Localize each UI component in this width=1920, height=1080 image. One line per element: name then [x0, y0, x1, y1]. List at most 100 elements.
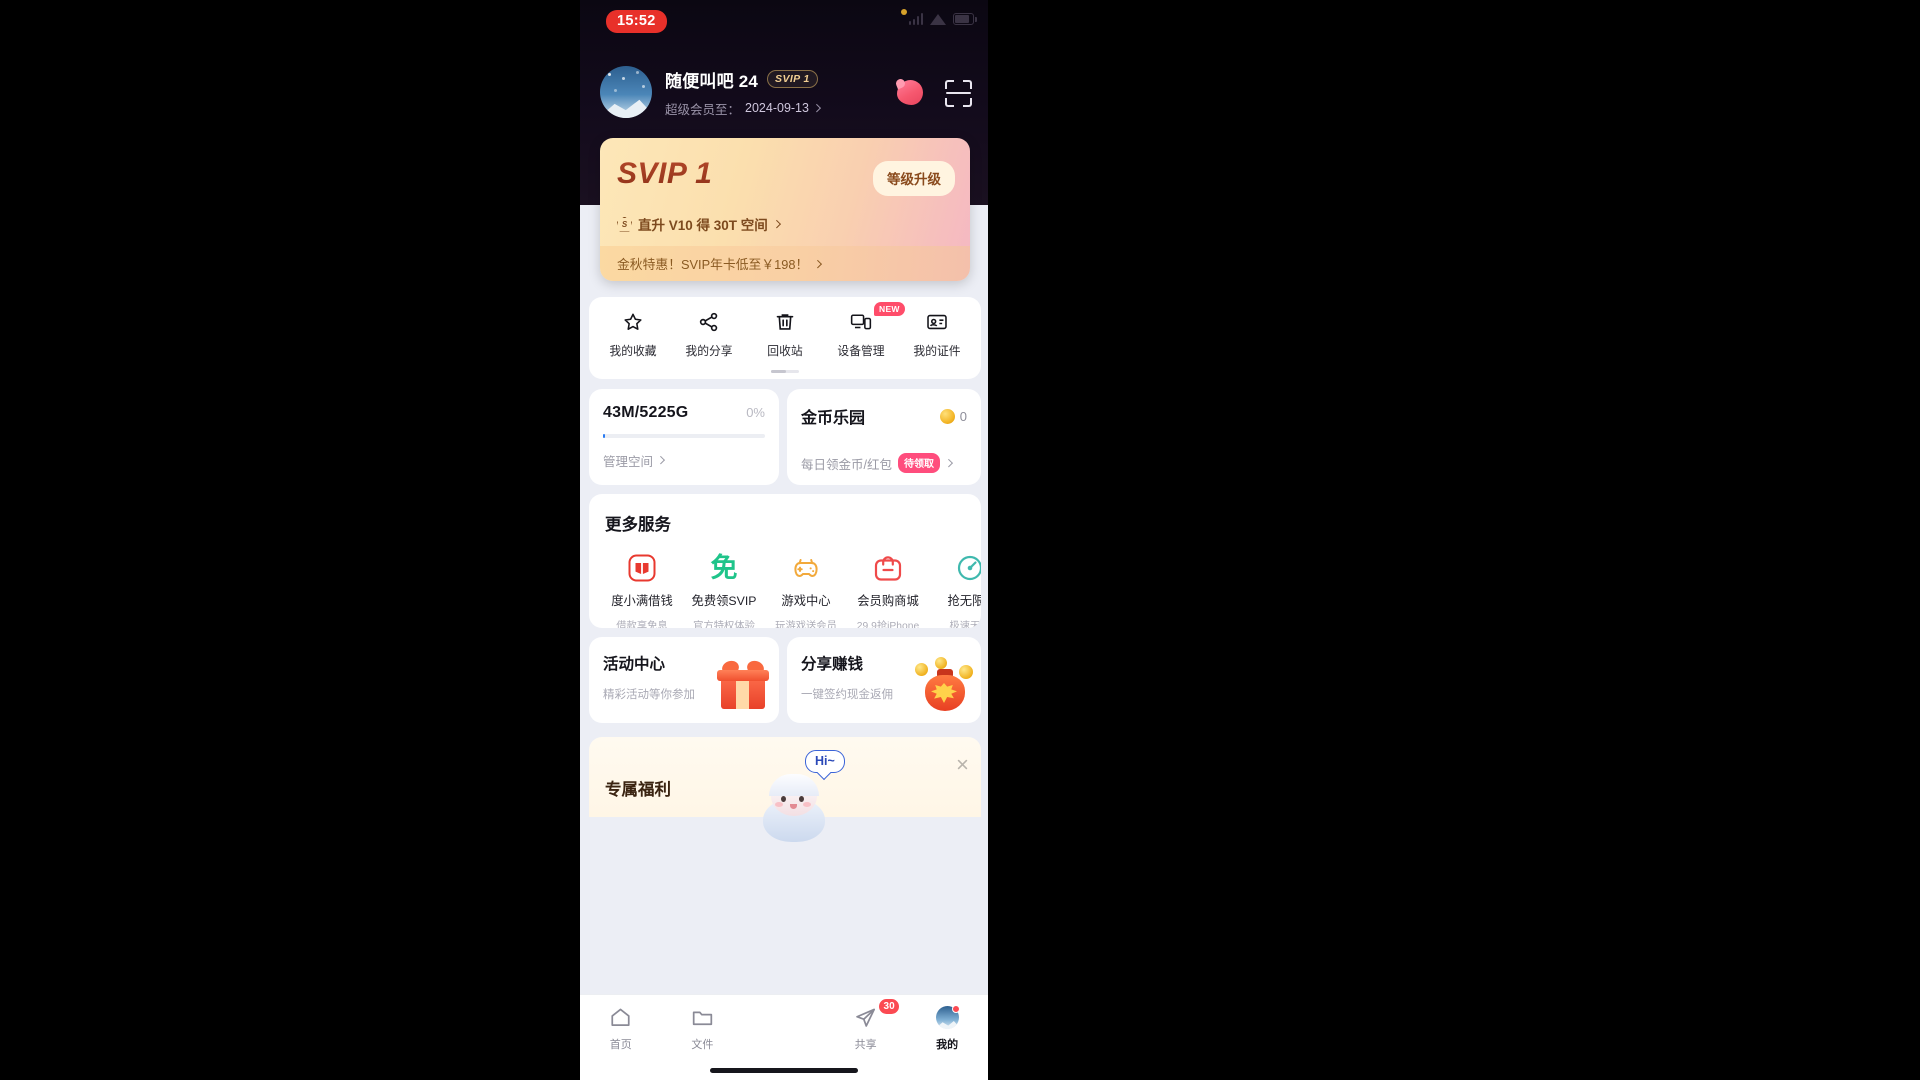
coin-subtitle: 每日领金币/红包: [801, 457, 892, 472]
profile-name-row: 随便叫吧 24 SVIP 1: [665, 67, 819, 92]
profile-row[interactable]: 随便叫吧 24 SVIP 1 超级会员至： 2024-09-13: [600, 66, 821, 118]
service-game-center[interactable]: 游戏中心 玩游戏送会员: [765, 553, 847, 628]
manage-space-link[interactable]: 管理空间: [603, 451, 765, 470]
svip-promo-text: 直升 V10 得 30T 空间: [638, 218, 768, 233]
svip-bottom-promo[interactable]: 金秋特惠！SVIP年卡低至￥198！: [600, 246, 970, 281]
status-badge: 待领取: [897, 453, 940, 473]
quick-action-label: 我的证件: [913, 344, 961, 358]
chevron-right-icon: [812, 104, 821, 112]
gold-coin-icon: [939, 408, 955, 424]
mascot-blob-icon[interactable]: [894, 78, 924, 108]
quick-actions-row: 我的收藏 我的分享 回收站 NEW 设备管理 我的证件: [589, 297, 981, 359]
tab-files[interactable]: 文件: [662, 1006, 744, 1052]
storage-top: 43M/5225G 0%: [603, 404, 765, 422]
storage-card[interactable]: 43M/5225G 0% 管理空间: [589, 389, 779, 485]
coin-title: 金币乐园: [801, 410, 866, 427]
signal-icon: [908, 12, 923, 25]
service-label: 度小满借钱: [611, 594, 673, 608]
mascot-speech-bubble: Hi~: [805, 750, 845, 773]
bottom-tab-bar: 首页 文件 30 共享 我的: [580, 994, 988, 1080]
gift-box-icon: [717, 658, 769, 709]
more-services-title: 更多服务: [605, 516, 671, 534]
coin-count: 0: [959, 408, 967, 424]
sheep-mascot-icon[interactable]: [757, 774, 831, 844]
shared-badge: 30: [879, 999, 900, 1014]
welfare-title: 专属福利: [605, 781, 671, 799]
svip-banner-top: SVIP 1 等级升级 S 直升 V10 得 30T 空间: [600, 138, 970, 246]
more-services-row: 度小满借钱 借款享免息 免 免费领SVIP 官方特权体验 游戏中心 玩游戏送会员: [589, 553, 981, 628]
service-member-mall[interactable]: 会员购商城 29.9抢iPhone: [847, 553, 929, 628]
tab-label: 我的: [936, 1039, 959, 1051]
chevron-right-icon: [656, 456, 665, 464]
storage-usage: 43M/5225G: [603, 404, 689, 421]
coin-top: 金币乐园 0: [801, 404, 967, 428]
mascot-center-icon: [772, 1006, 795, 1029]
service-label: 游戏中心: [781, 594, 831, 608]
avatar[interactable]: [600, 66, 652, 118]
quick-action-id-cards[interactable]: 我的证件: [899, 311, 975, 359]
membership-row[interactable]: 超级会员至： 2024-09-13: [665, 99, 821, 118]
home-indicator: [710, 1068, 858, 1073]
service-duxiaoman[interactable]: 度小满借钱 借款享免息: [601, 553, 683, 628]
svip-level-title: SVIP 1: [617, 157, 713, 190]
service-free-svip[interactable]: 免 免费领SVIP 官方特权体验: [683, 553, 765, 628]
notification-dot: [951, 1005, 960, 1013]
quick-action-favorites[interactable]: 我的收藏: [595, 311, 671, 359]
avatar-icon: [935, 1005, 960, 1029]
tab-shared[interactable]: 30 共享: [825, 999, 907, 1052]
share-nodes-icon: [698, 311, 720, 333]
quick-action-devices[interactable]: NEW 设备管理: [823, 302, 905, 359]
status-bar: 15:52: [580, 6, 988, 40]
activity-center-card[interactable]: 活动中心 精彩活动等你参加: [589, 637, 779, 723]
wifi-icon: [930, 12, 946, 25]
quick-action-shares[interactable]: 我的分享: [671, 311, 747, 359]
status-icons: [908, 12, 977, 25]
quick-action-label: 我的收藏: [609, 344, 657, 358]
gamepad-icon: [791, 553, 821, 583]
tab-label: 文件: [691, 1039, 714, 1051]
chevron-right-icon: [772, 220, 781, 228]
membership-label: 超级会员至：: [665, 102, 741, 117]
header-actions: [894, 78, 972, 108]
service-sublabel: 官方特权体验: [693, 621, 755, 628]
tab-home[interactable]: 首页: [580, 1006, 662, 1052]
star-icon: [622, 311, 644, 333]
profile-text: 随便叫吧 24 SVIP 1 超级会员至： 2024-09-13: [665, 67, 821, 118]
service-sublabel: 29.9抢iPhone: [856, 621, 920, 628]
tab-mine[interactable]: 我的: [906, 1005, 988, 1052]
svip-banner[interactable]: SVIP 1 等级升级 S 直升 V10 得 30T 空间 金秋特惠！SVIP年…: [600, 138, 970, 281]
share-earn-card[interactable]: 分享赚钱 一键签约现金返佣: [787, 637, 981, 723]
vip-level-badge: SVIP 1: [767, 70, 818, 88]
quick-action-label: 设备管理: [837, 344, 885, 358]
id-card-icon: [926, 311, 948, 333]
more-services-card: 更多服务 度小满借钱 借款享免息 免 免费领SVIP 官方特权体验 游戏中心 玩…: [589, 494, 981, 628]
quick-action-recycle[interactable]: 回收站: [747, 311, 823, 359]
svip-promo-link[interactable]: S 直升 V10 得 30T 空间: [617, 214, 781, 234]
svip-bottom-promo-text: 金秋特惠！SVIP年卡低至￥198！: [617, 257, 809, 272]
storage-progress-bar: [603, 434, 765, 438]
tab-label: 共享: [854, 1039, 877, 1051]
close-icon[interactable]: [955, 757, 970, 772]
exclusive-welfare-strip[interactable]: 专属福利 Hi~: [589, 737, 981, 842]
service-speed[interactable]: 抢无限S 极速无限: [929, 553, 981, 628]
trash-icon: [774, 311, 796, 333]
service-label: 抢无限S: [947, 594, 981, 608]
tab-center-mascot[interactable]: [743, 1006, 825, 1052]
quick-action-label: 我的分享: [685, 344, 733, 358]
folder-icon: [691, 1006, 714, 1029]
service-label: 会员购商城: [857, 594, 919, 608]
devices-icon: NEW: [850, 302, 905, 333]
coin-balance: 0: [939, 408, 967, 424]
scan-icon[interactable]: [945, 79, 972, 107]
free-mian-icon: 免: [710, 552, 738, 583]
service-sublabel: 玩游戏送会员: [775, 621, 837, 628]
coin-daily-link[interactable]: 每日领金币/红包 待领取: [801, 453, 967, 473]
upgrade-button[interactable]: 等级升级: [873, 161, 955, 196]
coin-card[interactable]: 金币乐园 0 每日领金币/红包 待领取: [787, 389, 981, 485]
shopping-bag-icon: [873, 553, 903, 583]
quick-actions-card: 我的收藏 我的分享 回收站 NEW 设备管理 我的证件: [589, 297, 981, 379]
home-icon: [609, 1006, 632, 1029]
quick-action-label: 回收站: [767, 344, 803, 358]
phone-viewport: 15:52 随便叫吧 24 SVIP 1 超级会员至： 2024-09-13 S…: [580, 0, 988, 1080]
money-bag-icon: [913, 657, 975, 713]
